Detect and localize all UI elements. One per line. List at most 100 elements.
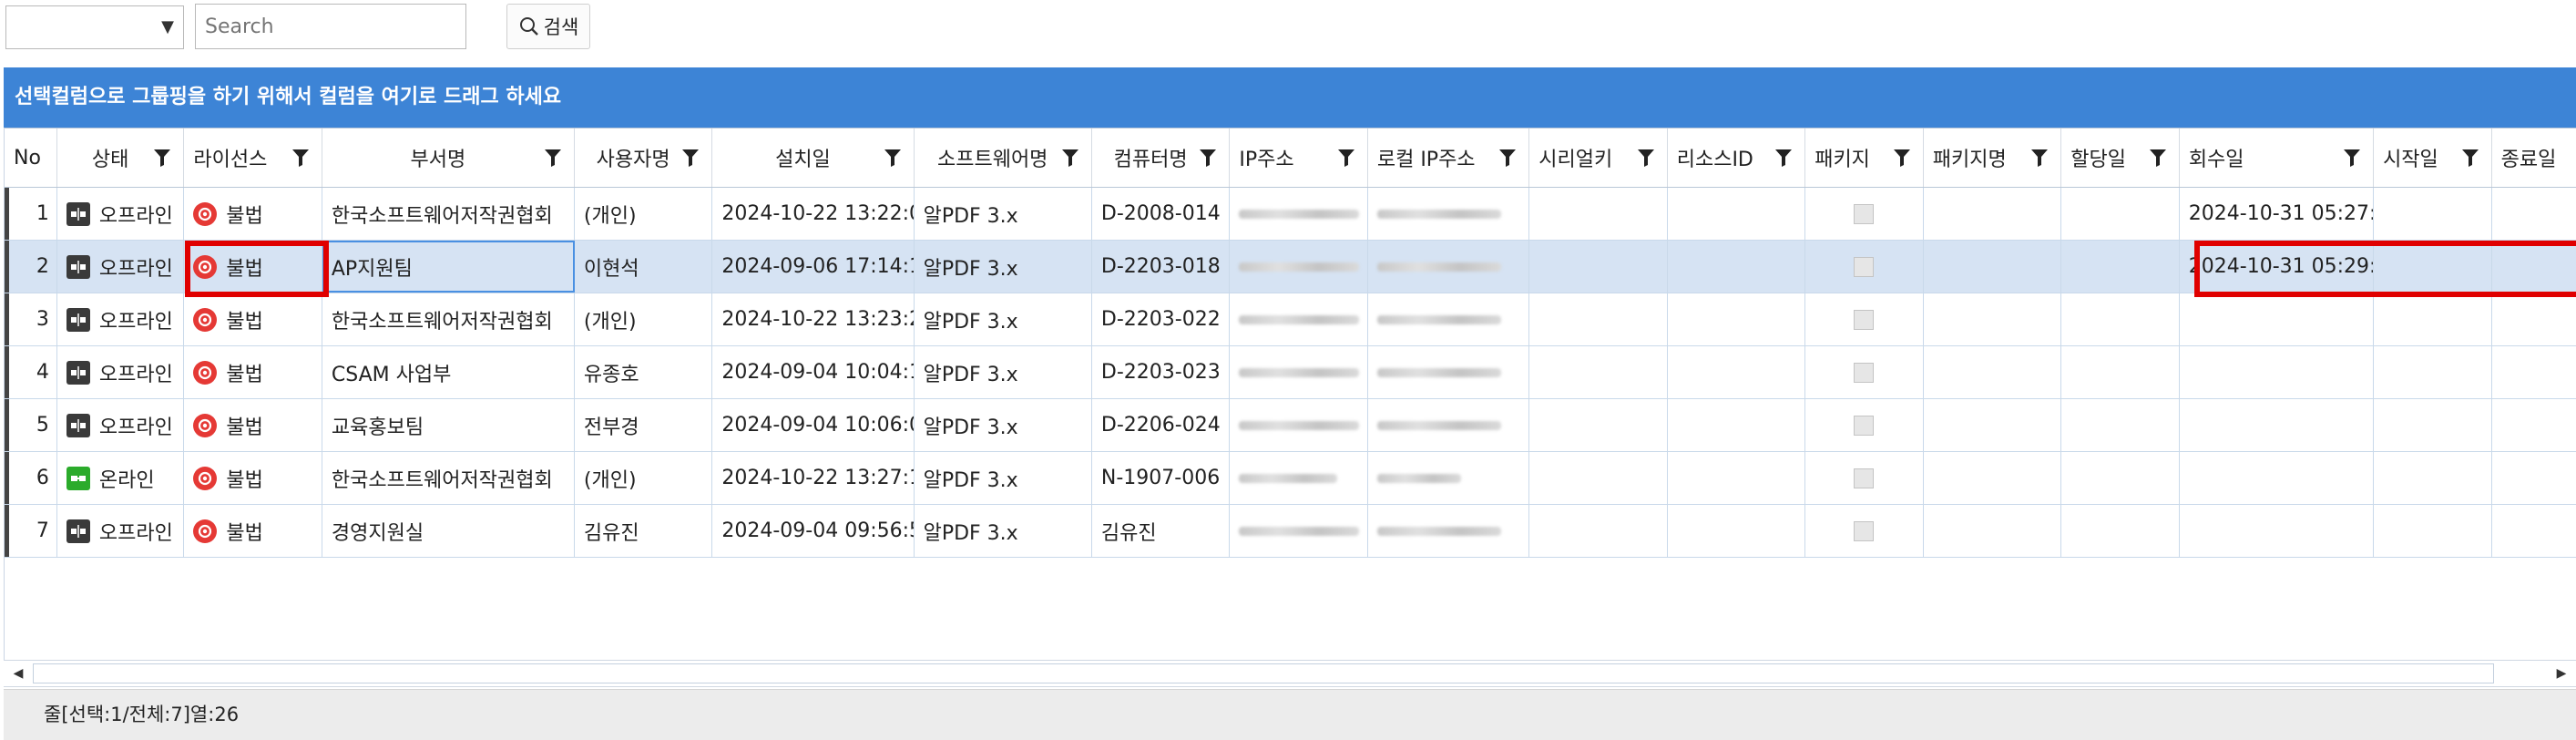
cell-package_name[interactable] — [1924, 452, 2062, 504]
cell-dept[interactable]: AP지원팀 — [322, 241, 575, 293]
column-header-dept[interactable]: 부서명 — [322, 128, 575, 187]
cell-start[interactable] — [2374, 452, 2492, 504]
cell-local_ip[interactable] — [1368, 452, 1530, 504]
cell-local_ip[interactable] — [1368, 241, 1530, 293]
cell-end[interactable] — [2492, 241, 2576, 293]
cell-returned[interactable] — [2180, 346, 2375, 398]
filter-dropdown[interactable]: ▼ — [5, 5, 184, 49]
cell-package[interactable] — [1805, 293, 1924, 345]
package-checkbox[interactable] — [1854, 468, 1875, 488]
column-header-software[interactable]: 소프트웨어명 — [915, 128, 1092, 187]
cell-end[interactable] — [2492, 399, 2576, 451]
cell-package_name[interactable] — [1924, 399, 2062, 451]
cell-dept[interactable]: 경영지원실 — [322, 505, 575, 557]
cell-software[interactable]: 알PDF 3.x — [915, 241, 1092, 293]
cell-local_ip[interactable] — [1368, 505, 1530, 557]
cell-resource_id[interactable] — [1668, 399, 1806, 451]
column-header-package[interactable]: 패키지 — [1805, 128, 1924, 187]
cell-user[interactable]: (개인) — [575, 452, 713, 504]
cell-status[interactable]: 오프라인 — [57, 346, 185, 398]
cell-computer[interactable]: D-2008-014 — [1092, 188, 1231, 240]
column-header-license[interactable]: 라이선스 — [184, 128, 322, 187]
cell-license[interactable]: 불법 — [184, 399, 322, 451]
column-header-ip[interactable]: IP주소 — [1230, 128, 1368, 187]
horizontal-scrollbar[interactable]: ◀ ▶ — [4, 660, 2576, 687]
column-header-end[interactable]: 종료일 — [2492, 128, 2576, 187]
filter-icon[interactable] — [682, 149, 700, 167]
cell-user[interactable]: 김유진 — [575, 505, 713, 557]
filter-icon[interactable] — [1893, 149, 1910, 167]
cell-local_ip[interactable] — [1368, 293, 1530, 345]
package-checkbox[interactable] — [1854, 309, 1875, 330]
cell-end[interactable] — [2492, 346, 2576, 398]
scrollbar-track[interactable] — [33, 663, 2494, 683]
cell-package_name[interactable] — [1924, 241, 2062, 293]
cell-end[interactable] — [2492, 505, 2576, 557]
cell-serial[interactable] — [1529, 188, 1668, 240]
cell-serial[interactable] — [1529, 346, 1668, 398]
cell-dept[interactable]: 한국소프트웨어저작권협회 — [322, 188, 575, 240]
cell-start[interactable] — [2374, 346, 2492, 398]
cell-package[interactable] — [1805, 399, 1924, 451]
filter-icon[interactable] — [154, 149, 171, 167]
filter-icon[interactable] — [544, 149, 561, 167]
column-header-status[interactable]: 상태 — [57, 128, 185, 187]
filter-icon[interactable] — [291, 149, 309, 167]
cell-user[interactable]: (개인) — [575, 188, 713, 240]
cell-returned[interactable] — [2180, 505, 2375, 557]
cell-software[interactable]: 알PDF 3.x — [915, 399, 1092, 451]
package-checkbox[interactable] — [1854, 520, 1875, 541]
cell-software[interactable]: 알PDF 3.x — [915, 188, 1092, 240]
filter-icon[interactable] — [884, 149, 901, 167]
column-header-package_name[interactable]: 패키지명 — [1924, 128, 2062, 187]
table-row[interactable]: 5 오프라인 불법 교육홍보팀 전부경 2024-09-04 10:06:00 알PDF 3… — [5, 399, 2576, 452]
cell-start[interactable] — [2374, 241, 2492, 293]
cell-user[interactable]: 전부경 — [575, 399, 713, 451]
cell-computer[interactable]: 김유진 — [1092, 505, 1231, 557]
cell-ip[interactable] — [1230, 346, 1368, 398]
cell-serial[interactable] — [1529, 505, 1668, 557]
column-header-returned[interactable]: 회수일 — [2180, 128, 2375, 187]
cell-license[interactable]: 불법 — [184, 505, 322, 557]
cell-user[interactable]: 이현석 — [575, 241, 713, 293]
cell-end[interactable] — [2492, 452, 2576, 504]
cell-assigned[interactable] — [2061, 241, 2180, 293]
cell-no[interactable]: 2 — [5, 241, 57, 293]
cell-resource_id[interactable] — [1668, 241, 1806, 293]
cell-local_ip[interactable] — [1368, 188, 1530, 240]
column-header-local_ip[interactable]: 로컬 IP주소 — [1368, 128, 1530, 187]
cell-serial[interactable] — [1529, 241, 1668, 293]
cell-software[interactable]: 알PDF 3.x — [915, 452, 1092, 504]
cell-installed[interactable]: 2024-09-04 10:04:12 — [712, 346, 915, 398]
cell-package_name[interactable] — [1924, 293, 2062, 345]
cell-license[interactable]: 불법 — [184, 293, 322, 345]
cell-serial[interactable] — [1529, 293, 1668, 345]
cell-software[interactable]: 알PDF 3.x — [915, 505, 1092, 557]
cell-resource_id[interactable] — [1668, 346, 1806, 398]
cell-status[interactable]: 오프라인 — [57, 241, 185, 293]
cell-ip[interactable] — [1230, 241, 1368, 293]
cell-no[interactable]: 7 — [5, 505, 57, 557]
filter-icon[interactable] — [2344, 149, 2361, 167]
scroll-right-icon[interactable]: ▶ — [2549, 661, 2574, 686]
cell-software[interactable]: 알PDF 3.x — [915, 293, 1092, 345]
cell-installed[interactable]: 2024-10-22 13:27:19 — [712, 452, 915, 504]
cell-status[interactable]: 오프라인 — [57, 293, 185, 345]
cell-returned[interactable] — [2180, 399, 2375, 451]
cell-status[interactable]: 온라인 — [57, 452, 185, 504]
group-by-drop-area[interactable]: 선택컬럼으로 그룹핑을 하기 위해서 컬럼을 여기로 드래그 하세요 — [4, 67, 2576, 128]
cell-no[interactable]: 4 — [5, 346, 57, 398]
cell-returned[interactable]: 2024-10-31 05:29:49 — [2180, 241, 2375, 293]
scroll-left-icon[interactable]: ◀ — [5, 661, 31, 686]
cell-package_name[interactable] — [1924, 346, 2062, 398]
cell-local_ip[interactable] — [1368, 399, 1530, 451]
cell-dept[interactable]: 한국소프트웨어저작권협회 — [322, 293, 575, 345]
table-row[interactable]: 2 오프라인 불법 AP지원팀 이현석 2024-09-06 17:14:16 알PDF 3… — [5, 241, 2576, 293]
cell-assigned[interactable] — [2061, 505, 2180, 557]
cell-license[interactable]: 불법 — [184, 452, 322, 504]
cell-user[interactable]: 유종호 — [575, 346, 713, 398]
cell-start[interactable] — [2374, 188, 2492, 240]
cell-dept[interactable]: CSAM 사업부 — [322, 346, 575, 398]
cell-package[interactable] — [1805, 452, 1924, 504]
cell-ip[interactable] — [1230, 188, 1368, 240]
